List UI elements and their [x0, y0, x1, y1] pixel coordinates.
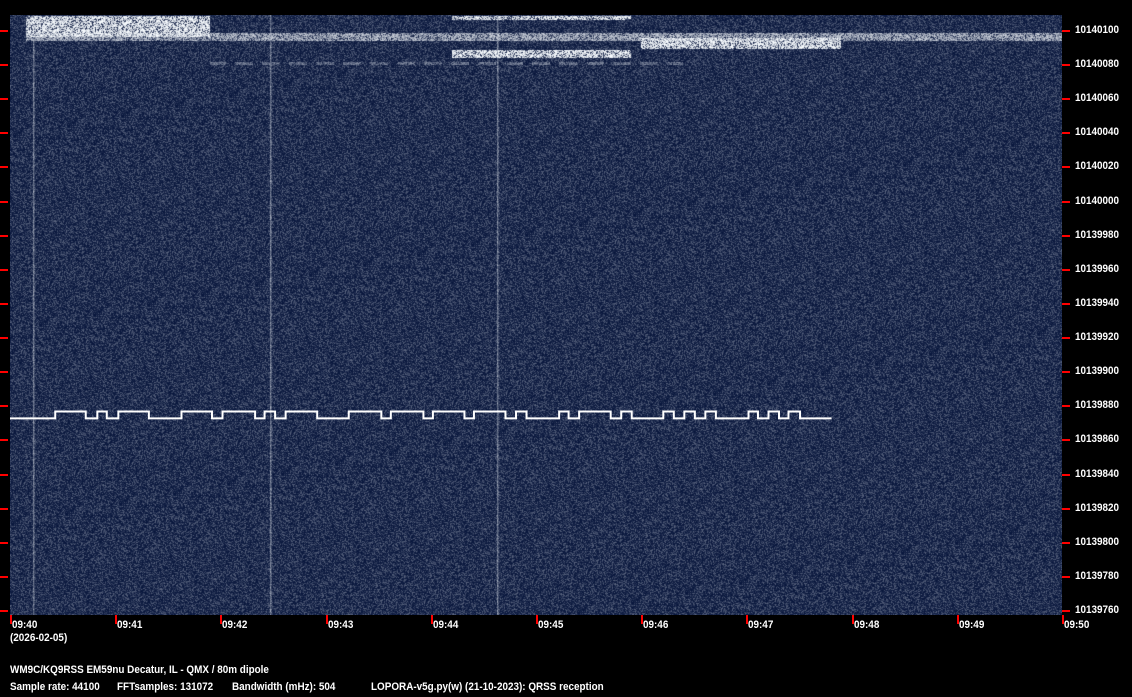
y-tick-right: [1062, 235, 1070, 237]
x-tick-label: 09:50: [1064, 619, 1090, 631]
y-tick-label: 10139760: [1075, 604, 1120, 616]
y-tick-right: [1062, 64, 1070, 66]
y-tick-left: [0, 132, 8, 134]
x-tick-label: 09:46: [643, 619, 669, 631]
y-tick-right: [1062, 269, 1070, 271]
y-tick-label: 10140060: [1075, 92, 1120, 104]
y-tick-left: [0, 405, 8, 407]
y-tick-label: 10139980: [1075, 229, 1120, 241]
x-tick-label: 09:45: [538, 619, 564, 631]
y-tick-right: [1062, 542, 1070, 544]
y-tick-right: [1062, 303, 1070, 305]
y-tick-left: [0, 542, 8, 544]
x-tick-label: 09:42: [222, 619, 248, 631]
y-tick-label: 10139780: [1075, 570, 1120, 582]
y-tick-left: [0, 166, 8, 168]
y-tick-left: [0, 201, 8, 203]
y-tick-left: [0, 610, 8, 612]
y-tick-label: 10139800: [1075, 536, 1120, 548]
y-tick-label: 10139960: [1075, 263, 1120, 275]
y-tick-left: [0, 439, 8, 441]
y-tick-label: 10139920: [1075, 331, 1120, 343]
y-tick-label: 10139820: [1075, 502, 1120, 514]
y-tick-label: 10139860: [1075, 433, 1120, 445]
x-tick-label: 09:44: [433, 619, 459, 631]
y-tick-label: 10139880: [1075, 399, 1120, 411]
y-tick-right: [1062, 576, 1070, 578]
y-tick-left: [0, 576, 8, 578]
x-tick-label: 09:47: [748, 619, 774, 631]
x-tick-label: 09:49: [959, 619, 985, 631]
y-tick-right: [1062, 371, 1070, 373]
fsk-signal-trace: [10, 410, 832, 420]
y-tick-label: 10140080: [1075, 58, 1120, 70]
y-tick-label: 10140100: [1075, 24, 1120, 36]
x-tick-label: 09:40: [12, 619, 38, 631]
software-info: LOPORA-v5g.py(w) (21-10-2023): QRSS rece…: [371, 681, 604, 693]
y-tick-left: [0, 235, 8, 237]
y-tick-label: 10139940: [1075, 297, 1120, 309]
y-tick-left: [0, 337, 8, 339]
x-tick-label: 09:41: [117, 619, 143, 631]
y-tick-right: [1062, 508, 1070, 510]
bandwidth: Bandwidth (mHz): 504: [232, 681, 336, 693]
y-tick-left: [0, 269, 8, 271]
y-tick-left: [0, 508, 8, 510]
y-tick-right: [1062, 132, 1070, 134]
qrss-grabber: 10140100 10140080 10140060 10140040 10140020…: [0, 0, 1132, 697]
fft-samples: FFTsamples: 131072: [117, 681, 214, 693]
y-tick-left: [0, 371, 8, 373]
y-tick-right: [1062, 474, 1070, 476]
y-tick-left: [0, 303, 8, 305]
y-tick-label: 10139840: [1075, 468, 1120, 480]
y-tick-right: [1062, 337, 1070, 339]
x-tick-label: 09:43: [328, 619, 354, 631]
chart-overlay: [0, 30, 1070, 624]
y-tick-left: [0, 474, 8, 476]
y-tick-right: [1062, 610, 1070, 612]
y-tick-label: 10140040: [1075, 126, 1120, 138]
sample-rate: Sample rate: 44100: [10, 681, 100, 693]
x-tick-label: 09:48: [854, 619, 880, 631]
y-tick-right: [1062, 201, 1070, 203]
y-tick-left: [0, 30, 8, 32]
station-info: WM9C/KQ9RSS EM59nu Decatur, IL - QMX / 8…: [10, 664, 269, 676]
y-tick-right: [1062, 405, 1070, 407]
y-tick-label: 10140020: [1075, 160, 1120, 172]
y-tick-right: [1062, 439, 1070, 441]
y-tick-label: 10139900: [1075, 365, 1120, 377]
y-tick-left: [0, 98, 8, 100]
y-tick-label: 10140000: [1075, 195, 1120, 207]
y-tick-left: [0, 64, 8, 66]
y-tick-right: [1062, 98, 1070, 100]
y-tick-right: [1062, 166, 1070, 168]
y-tick-right: [1062, 30, 1070, 32]
date-label: (2026-02-05): [10, 632, 68, 644]
